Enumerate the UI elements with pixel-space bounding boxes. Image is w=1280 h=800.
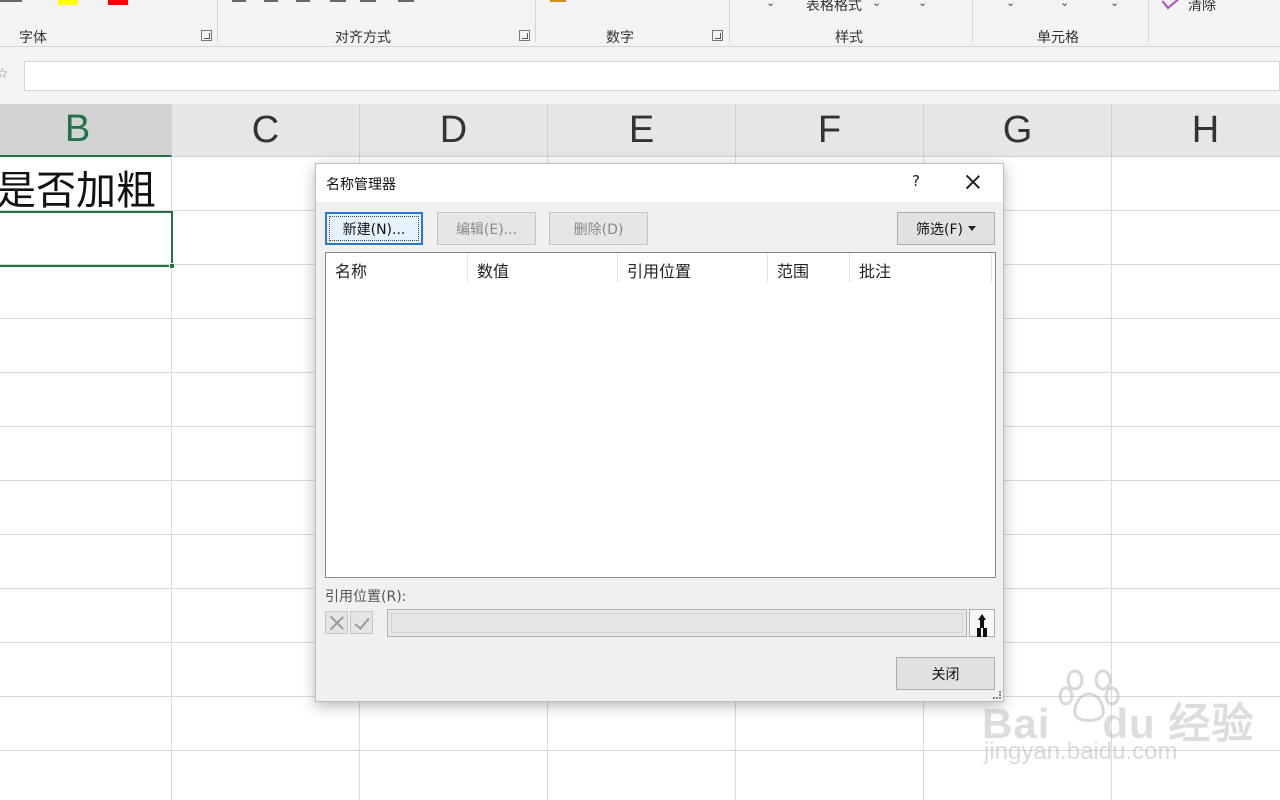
refers-to-value [391, 613, 963, 633]
caret-down-icon [967, 226, 976, 231]
checkmark-icon[interactable] [350, 611, 373, 634]
chevron-down-icon[interactable]: ⌄ [918, 0, 927, 9]
group-label-alignment: 对齐方式 [335, 30, 391, 46]
align-left-icon[interactable] [232, 0, 246, 2]
refers-to-label: 引用位置(R): [325, 589, 407, 605]
fill-handle[interactable] [169, 263, 175, 269]
name-manager-dialog: 名称管理器 ? 新建(N)... 编辑(E)... 删除(D) 筛选(F) 名称… [315, 163, 1004, 702]
list-header: 名称 数值 引用位置 范围 批注 [326, 253, 995, 283]
column-header-scope[interactable]: 范围 [768, 253, 850, 283]
column-header-b[interactable]: B [0, 104, 172, 157]
chevron-down-icon[interactable]: ⌄ [1006, 0, 1015, 9]
cancel-icon[interactable] [325, 611, 348, 634]
font-color-swatch[interactable] [108, 0, 128, 5]
column-header-comment[interactable]: 批注 [850, 253, 992, 283]
dialog-launcher-icon[interactable] [519, 30, 530, 41]
align-center-icon[interactable] [264, 0, 278, 2]
group-label-number: 数字 [606, 30, 634, 46]
column-header-refers-to[interactable]: 引用位置 [618, 253, 768, 283]
fx-icon[interactable]: ☆ [0, 66, 9, 82]
edit-button-label: 编辑(E)... [455, 221, 518, 238]
currency-icon[interactable] [550, 0, 566, 2]
borders-icon[interactable] [0, 0, 22, 2]
align-right-icon[interactable] [296, 0, 310, 2]
group-divider [972, 0, 973, 42]
group-label-cells: 单元格 [1037, 30, 1079, 46]
highlight-color-swatch[interactable] [58, 0, 78, 5]
chevron-down-icon[interactable]: ⌄ [1060, 0, 1069, 9]
close-button[interactable]: 关闭 [896, 657, 995, 690]
cell-b1[interactable]: 是否加粗 [0, 158, 156, 216]
column-header-d[interactable]: D [360, 104, 548, 157]
close-button-label: 关闭 [931, 666, 960, 683]
column-header-name[interactable]: 名称 [326, 253, 468, 283]
edit-button[interactable]: 编辑(E)... [437, 212, 536, 245]
ribbon: ⌄ 表格格式 ⌄ ⌄ ⌄ ⌄ ⌄ 清除 字体 对齐方式 数字 样式 单元格 [0, 0, 1280, 47]
close-icon[interactable] [961, 170, 985, 194]
column-header-f[interactable]: F [736, 104, 924, 157]
group-label-styles: 样式 [835, 30, 863, 46]
chevron-down-icon[interactable]: ⌄ [766, 0, 775, 9]
help-button[interactable]: ? [908, 172, 924, 192]
filter-button[interactable]: 筛选(F) [897, 212, 995, 245]
filter-button-label: 筛选(F) [916, 221, 963, 238]
baidu-watermark-url: jingyan.baidu.com [984, 738, 1178, 765]
column-header-g[interactable]: G [924, 104, 1112, 157]
selected-cell[interactable] [0, 211, 173, 267]
column-headers: B C D E F G H [0, 104, 1280, 157]
collapse-dialog-icon[interactable] [969, 609, 995, 637]
dialog-launcher-icon[interactable] [201, 30, 212, 41]
format-as-table-button[interactable]: 表格格式 [806, 0, 862, 15]
clear-button[interactable]: 清除 [1188, 0, 1216, 15]
dialog-title: 名称管理器 [326, 177, 396, 193]
decrease-indent-icon[interactable] [330, 0, 346, 2]
chevron-down-icon[interactable]: ⌄ [1110, 0, 1119, 9]
dialog-titlebar[interactable]: 名称管理器 ? [316, 164, 1003, 202]
new-button-label: 新建(N)... [342, 221, 406, 238]
column-header-value[interactable]: 数值 [468, 253, 618, 283]
names-list[interactable]: 名称 数值 引用位置 范围 批注 [325, 252, 996, 578]
chevron-down-icon[interactable]: ⌄ [872, 0, 881, 9]
group-divider [1148, 0, 1149, 42]
increase-indent-icon[interactable] [360, 0, 376, 2]
group-label-font: 字体 [19, 30, 47, 46]
dialog-launcher-icon[interactable] [712, 30, 723, 41]
refers-to-input[interactable] [387, 609, 967, 637]
eraser-icon [1161, 0, 1179, 10]
group-divider [535, 0, 536, 42]
group-divider [729, 0, 730, 42]
delete-button-label: 删除(D) [573, 221, 624, 238]
column-header-c[interactable]: C [172, 104, 360, 157]
column-header-e[interactable]: E [548, 104, 736, 157]
merge-center-icon[interactable] [398, 0, 414, 2]
delete-button[interactable]: 删除(D) [549, 212, 648, 245]
group-divider [217, 0, 218, 42]
formula-input[interactable] [24, 61, 1280, 91]
column-header-h[interactable]: H [1112, 104, 1280, 157]
new-button[interactable]: 新建(N)... [325, 212, 423, 245]
